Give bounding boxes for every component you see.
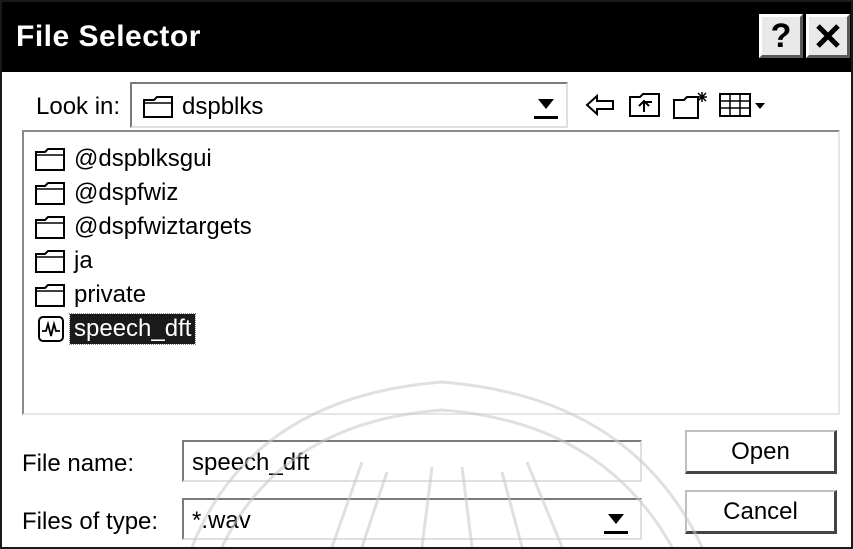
files-of-type-label: Files of type: — [22, 508, 159, 535]
chevron-down-icon[interactable] — [604, 508, 628, 534]
title-bar[interactable]: File Selector ? — [2, 2, 851, 72]
view-menu-button[interactable] — [717, 85, 769, 125]
file-name-value: speech_dft — [192, 449, 310, 476]
folder-icon — [35, 250, 65, 273]
up-folder-icon — [629, 93, 660, 117]
view-menu-icon — [719, 93, 765, 117]
folder-icon — [143, 96, 173, 118]
look-in-dropdown[interactable]: dspblks — [130, 82, 568, 128]
list-item-label: @dspfwiztargets — [74, 213, 252, 240]
up-folder-button[interactable] — [624, 85, 666, 125]
list-item[interactable]: @dspblksgui — [34, 142, 216, 176]
cancel-button[interactable]: Cancel — [685, 490, 837, 534]
list-item[interactable]: @dspfwiz — [34, 176, 182, 210]
folder-icon — [35, 284, 65, 307]
file-name-input[interactable]: speech_dft — [182, 440, 642, 482]
list-item[interactable]: @dspfwiztargets — [34, 210, 256, 244]
file-selector-dialog: File Selector ? Look in: dspblks @dspblk… — [0, 0, 853, 549]
folder-icon — [35, 182, 65, 205]
look-in-label: Look in: — [36, 93, 121, 120]
list-item-selected[interactable]: speech_dft — [34, 312, 197, 346]
list-item[interactable]: ja — [34, 244, 97, 278]
list-item-label: private — [74, 281, 147, 308]
list-item-label: @dspblksgui — [74, 145, 212, 172]
dialog-title: File Selector — [16, 20, 201, 53]
file-list[interactable]: @dspblksgui @dspfwiz @dspfwiztargets ja — [22, 130, 840, 415]
wave-file-icon — [38, 316, 64, 342]
new-folder-button[interactable] — [670, 85, 712, 125]
files-of-type-dropdown[interactable]: *.wav — [182, 498, 642, 540]
chevron-down-icon[interactable] — [534, 93, 558, 119]
list-item-label: ja — [74, 247, 93, 274]
folder-icon — [35, 148, 65, 171]
folder-icon — [35, 216, 65, 239]
list-item-label: speech_dft — [68, 313, 197, 345]
files-of-type-value: *.wav — [192, 507, 251, 534]
list-item-label: @dspfwiz — [74, 179, 179, 206]
look-in-value: dspblks — [182, 93, 264, 120]
file-name-label: File name: — [22, 450, 135, 477]
back-button[interactable] — [580, 85, 622, 125]
close-button[interactable] — [806, 14, 850, 58]
back-icon — [585, 93, 614, 117]
new-folder-icon — [673, 92, 707, 119]
open-button[interactable]: Open — [685, 430, 837, 474]
help-button[interactable]: ? — [759, 14, 803, 58]
list-item[interactable]: private — [34, 278, 150, 312]
close-icon — [816, 24, 840, 48]
